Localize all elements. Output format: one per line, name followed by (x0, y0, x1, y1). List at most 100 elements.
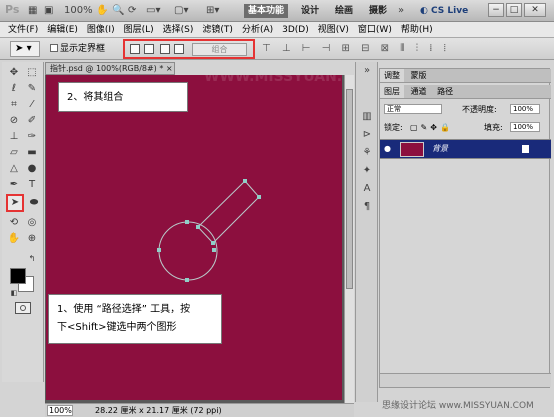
document-info[interactable]: 28.22 厘米 x 21.17 厘米 (72 ppi) (95, 404, 222, 417)
lasso-tool-icon[interactable]: ℓ (6, 82, 22, 96)
close-tab-icon[interactable]: × (166, 64, 173, 73)
clone-stamp-tool-icon[interactable]: ⊥ (6, 130, 22, 144)
menu-analysis[interactable]: 分析(A) (242, 22, 273, 37)
canvas[interactable]: WWW.MISSYUAN.COM (46, 75, 342, 400)
step2-callout: 2、将其组合 (58, 82, 188, 112)
quick-mask-button[interactable] (15, 302, 31, 314)
opacity-input[interactable]: 100% (510, 104, 540, 114)
eye-icon[interactable]: ● (384, 144, 394, 154)
menu-filter[interactable]: 滤镜(T) (202, 22, 233, 37)
menu-view[interactable]: 视图(V) (318, 22, 349, 37)
dodge-tool-icon[interactable]: ● (24, 162, 40, 176)
menu-file[interactable]: 文件(F) (8, 22, 38, 37)
screen-mode-icon[interactable]: ▢▾ (174, 4, 188, 17)
tools-panel: ✥ ⬚ ℓ ✎ ⌗ ⁄ ⊘ ✐ ⊥ ✑ ▱ ▬ △ ● ✒ T ➤ ⬬ ⟲ ◎ … (2, 62, 44, 382)
workspace-essentials[interactable]: 基本功能 (244, 4, 289, 18)
zoom-level-icon[interactable]: 100% (64, 4, 93, 17)
bridge-icon[interactable]: ▦ (28, 4, 37, 17)
menu-layer[interactable]: 图层(L) (124, 22, 154, 37)
exclude-overlapping-areas-icon[interactable] (174, 44, 184, 54)
zoom-tool-icon[interactable]: 🔍 (112, 4, 124, 17)
actions-panel-icon[interactable]: ⊳ (360, 128, 374, 142)
mini-bridge-icon[interactable]: ▣ (44, 4, 53, 17)
eyedropper-tool-icon[interactable]: ⁄ (24, 98, 40, 112)
circle-path[interactable] (158, 221, 218, 281)
add-to-shape-area-icon[interactable] (130, 44, 140, 54)
move-tool-icon[interactable]: ✥ (6, 66, 22, 80)
type-tool-icon[interactable]: T (24, 178, 40, 192)
hand-tool-icon[interactable]: ✋ (96, 4, 108, 17)
menu-select[interactable]: 选择(S) (163, 22, 194, 37)
menu-help[interactable]: 帮助(H) (401, 22, 433, 37)
cs-live-button[interactable]: ◐ CS Live (420, 4, 468, 18)
rotate-view-icon[interactable]: ⟳ (128, 4, 136, 17)
zoom-tool-icon[interactable]: ⊕ (24, 232, 40, 246)
styles-panel-icon[interactable]: ✦ (360, 164, 374, 178)
minimize-button[interactable]: − (488, 3, 504, 17)
show-bounding-box-checkbox[interactable]: 显示定界框 (50, 42, 105, 56)
maximize-button[interactable]: □ (506, 3, 522, 17)
brush-tool-icon[interactable]: ✐ (24, 114, 40, 128)
workspace-photography[interactable]: 摄影 (365, 4, 391, 18)
layer-row-background[interactable]: ● 背景 (380, 139, 551, 159)
ellipse-shape-tool-icon[interactable]: ⬬ (26, 196, 42, 210)
menu-image[interactable]: 图像(I) (87, 22, 115, 37)
path-shapes[interactable] (46, 75, 342, 400)
tab-paths[interactable]: 路径 (433, 85, 457, 98)
path-selection-tool-icon[interactable]: ➤ (6, 194, 24, 212)
pen-tool-icon[interactable]: ✒ (6, 178, 22, 192)
paragraph-panel-icon[interactable]: ¶ (360, 200, 374, 214)
rect-marquee-tool-icon[interactable]: ⬚ (24, 66, 40, 80)
quick-select-tool-icon[interactable]: ✎ (24, 82, 40, 96)
workspace-menu-icon[interactable]: » (398, 4, 404, 17)
tool-preset-picker[interactable]: ➤ ▾ (10, 41, 40, 57)
swap-colors-icon[interactable]: ↰ (24, 252, 40, 266)
panel-dock-icons: » ▥ ⊳ ⚘ ✦ A ¶ (355, 62, 378, 402)
combine-button[interactable]: 组合 (192, 43, 247, 56)
subtract-from-shape-area-icon[interactable] (144, 44, 154, 54)
layers-tabs: 图层 通道 路径 (380, 85, 551, 99)
character-panel-icon[interactable]: A (360, 182, 374, 196)
arrange-documents-icon[interactable]: ▭▾ (146, 4, 160, 17)
align-distribute-icons[interactable]: ⊤ ⊥ ⊢ ⊣ ⊞ ⊟ ⊠ ⫴ ⫶ ⁞ ⦙ (262, 43, 450, 54)
quick-mask-icon (20, 305, 26, 311)
scrollbar-thumb[interactable] (346, 89, 353, 289)
tab-masks[interactable]: 蒙版 (407, 69, 431, 82)
document-tab-title: 指针.psd @ 100%(RGB/8#) * (50, 64, 164, 73)
menu-3d[interactable]: 3D(D) (282, 22, 309, 37)
intersect-shape-areas-icon[interactable] (160, 44, 170, 54)
extras-icon[interactable]: ⊞▾ (206, 4, 219, 17)
checkbox-icon (50, 44, 58, 52)
document-tab[interactable]: 指针.psd @ 100%(RGB/8#) * × (45, 62, 175, 75)
workspace-painting[interactable]: 绘画 (331, 4, 357, 18)
tab-channels[interactable]: 通道 (407, 85, 431, 98)
gradient-tool-icon[interactable]: ▬ (24, 146, 40, 160)
spot-healing-tool-icon[interactable]: ⊘ (6, 114, 22, 128)
3d-rotate-tool-icon[interactable]: ⟲ (6, 216, 22, 230)
history-brush-tool-icon[interactable]: ✑ (24, 130, 40, 144)
step1-line2: 下<Shift>键选中两个图形 (57, 322, 177, 333)
vertical-scrollbar[interactable] (344, 75, 354, 403)
eraser-tool-icon[interactable]: ▱ (6, 146, 22, 160)
swatches-panel-icon[interactable]: ⚘ (360, 146, 374, 160)
hand-tool-icon[interactable]: ✋ (6, 232, 22, 246)
3d-orbit-tool-icon[interactable]: ◎ (24, 216, 40, 230)
history-panel-icon[interactable]: ▥ (360, 110, 374, 124)
fill-input[interactable]: 100% (510, 122, 540, 132)
layer-name: 背景 (432, 144, 448, 153)
default-colors-icon[interactable]: ◧ (6, 286, 22, 300)
blur-tool-icon[interactable]: △ (6, 162, 22, 176)
menu-edit[interactable]: 编辑(E) (47, 22, 78, 37)
zoom-field[interactable]: 100% (47, 405, 73, 416)
close-button[interactable]: ✕ (524, 3, 546, 17)
workspace-design[interactable]: 设计 (297, 4, 323, 18)
rectangle-path[interactable] (197, 180, 260, 244)
blend-mode-select[interactable]: 正常 (384, 104, 442, 114)
tab-adjustments[interactable]: 调整 (380, 69, 404, 82)
menu-window[interactable]: 窗口(W) (358, 22, 392, 37)
tab-layers[interactable]: 图层 (380, 85, 404, 98)
collapse-dock-icon[interactable]: » (360, 64, 374, 78)
crop-tool-icon[interactable]: ⌗ (6, 98, 22, 112)
foreground-color-swatch[interactable] (10, 268, 26, 284)
lock-icons[interactable]: ▢✎✥🔒 (410, 121, 453, 134)
